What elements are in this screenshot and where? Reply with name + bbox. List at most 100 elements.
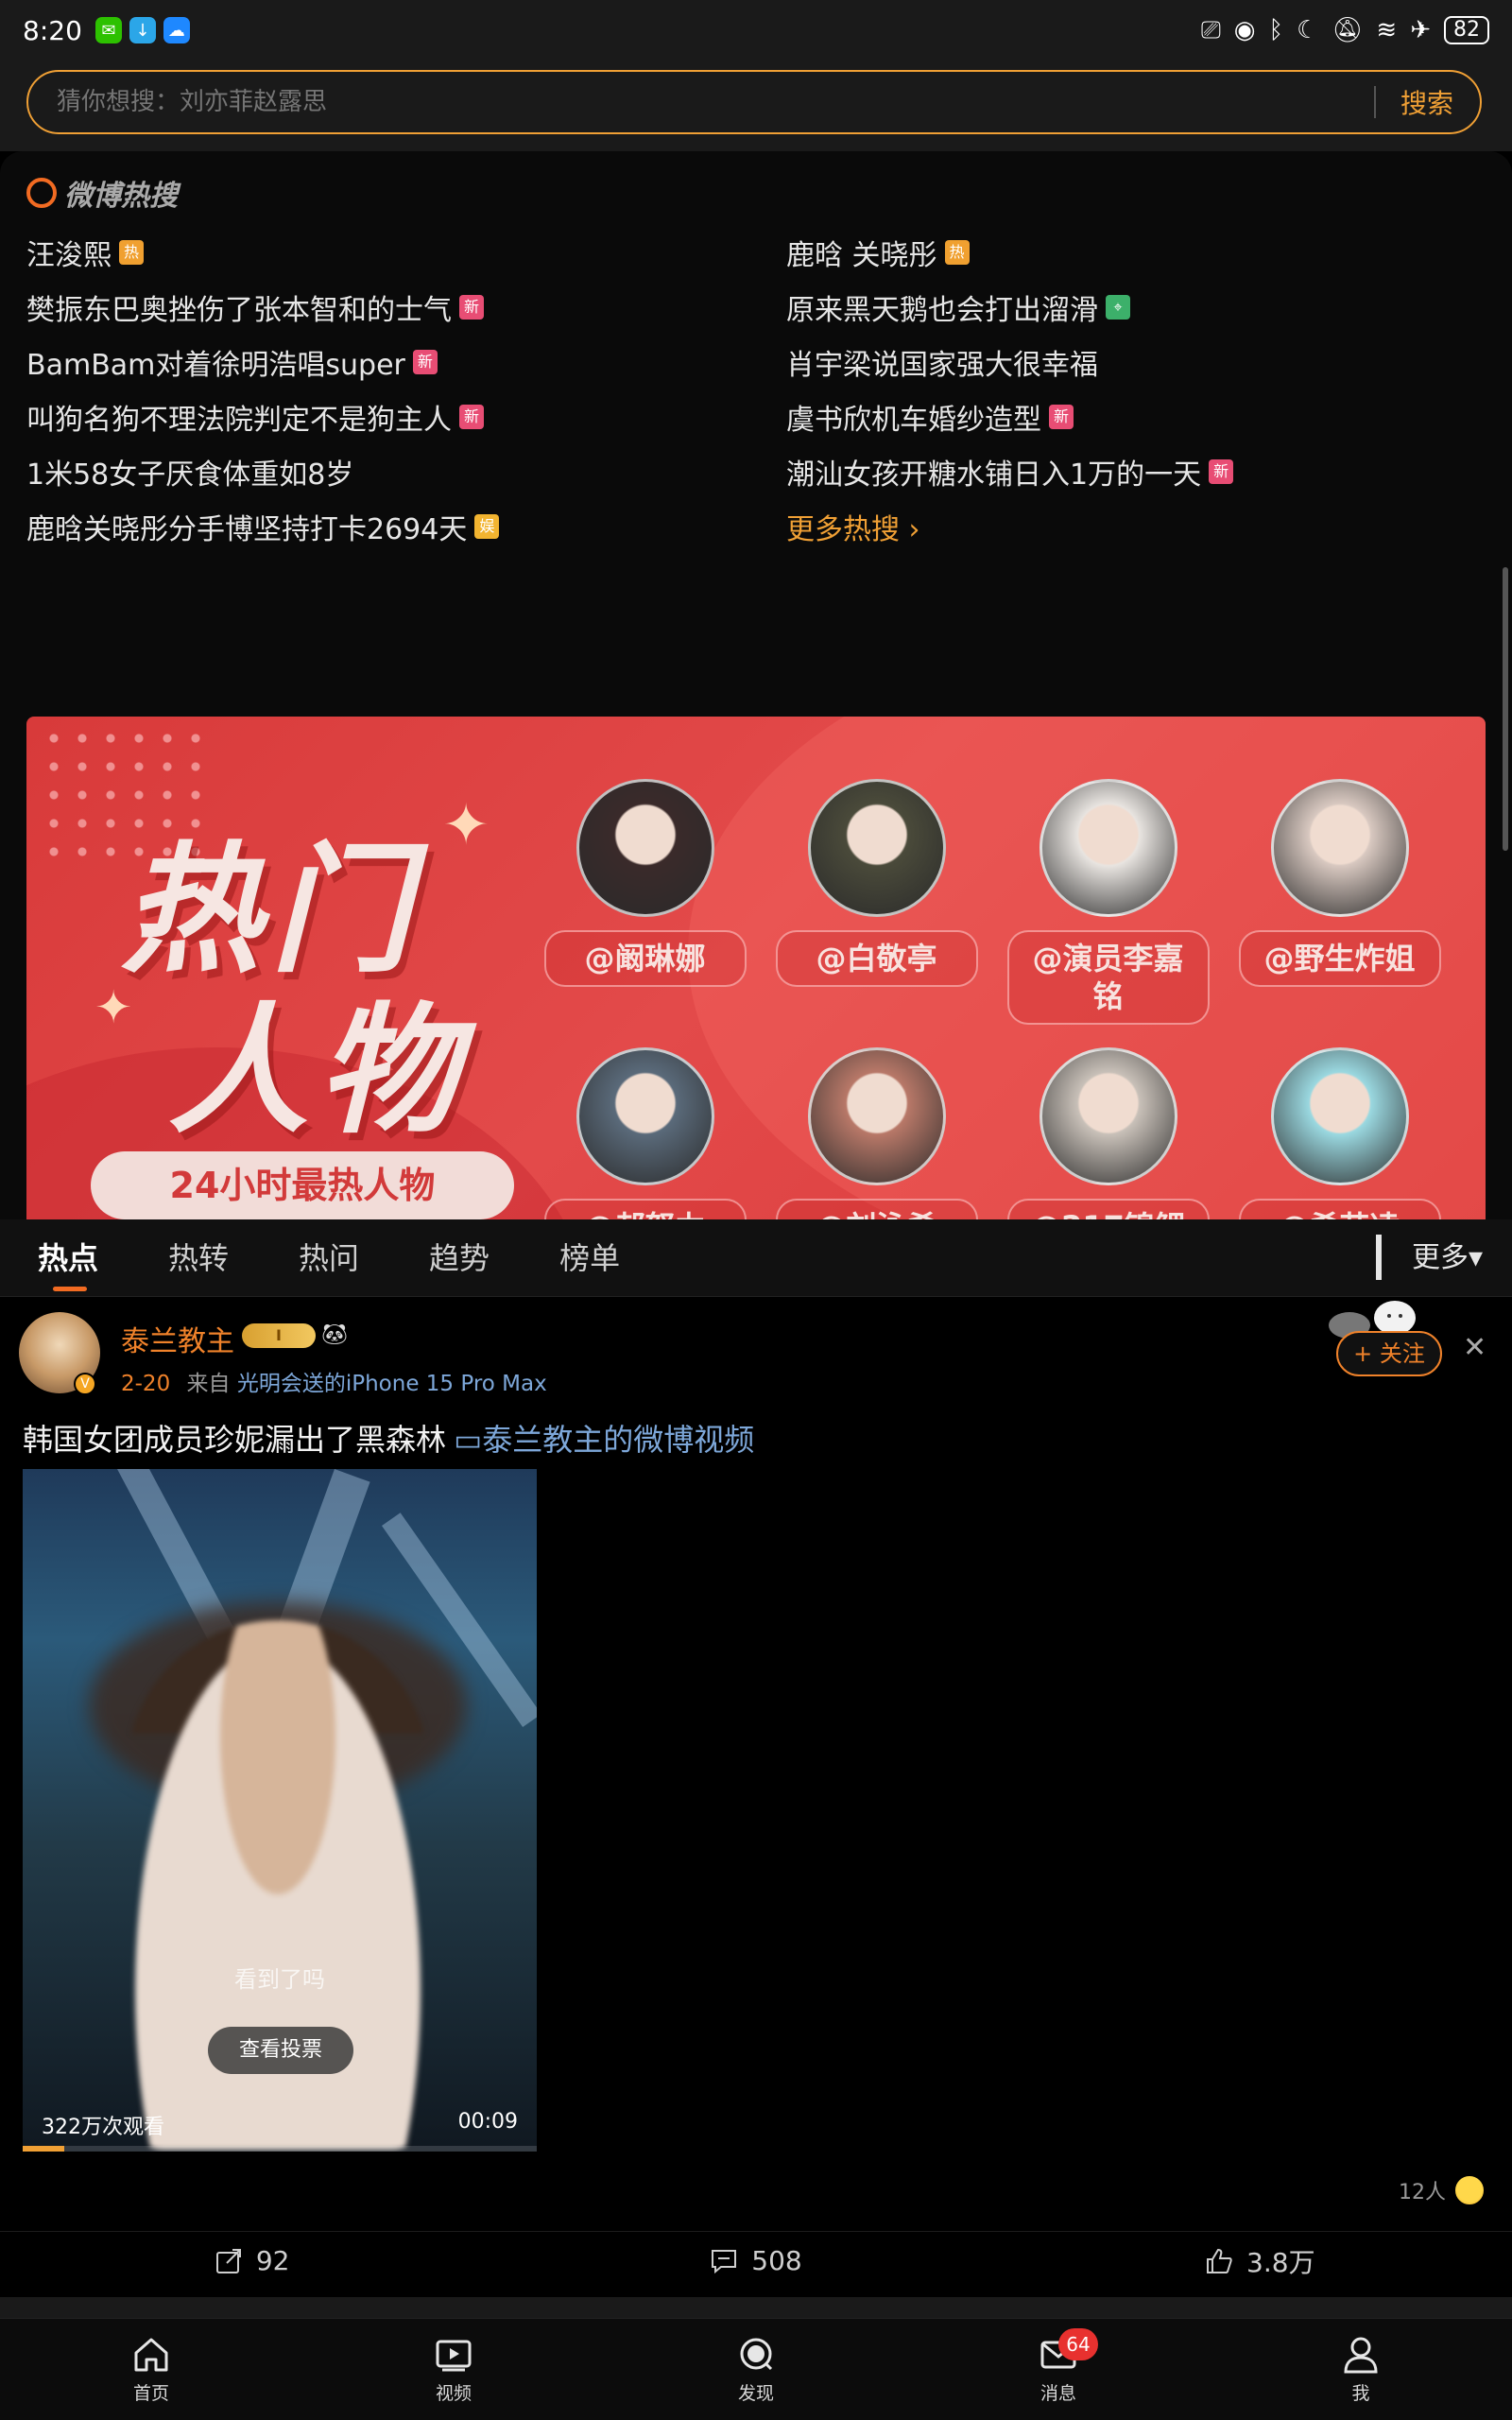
more-hot-search-link[interactable]: 更多热搜 › <box>786 499 1501 554</box>
person-avatar <box>807 779 946 917</box>
banner-title-line: 人物 <box>168 990 467 1152</box>
bluetooth-icon: ᛒ <box>1268 16 1284 44</box>
person-name-tag: @野生炸姐 <box>1238 930 1441 987</box>
laugh-emoji-icon <box>1453 2174 1486 2206</box>
author-badges: I 🐼︎ <box>242 1323 350 1348</box>
nav-video[interactable]: 视频 <box>302 2319 605 2420</box>
hot-search-item[interactable]: 1米58女子厌食体重如8岁 <box>26 444 786 499</box>
feed-divider <box>0 2297 1512 2318</box>
hot-person-card[interactable]: @野生炸姐 <box>1224 779 1455 1025</box>
video-link-label: 泰兰教主的微博视频 <box>482 1422 755 1458</box>
nav-label: 视频 <box>435 2383 472 2404</box>
cloud-icon: ☁ <box>163 17 190 43</box>
hot-search-text: BamBam对着徐明浩唱super <box>26 349 405 382</box>
post-date: 2-20 <box>121 1372 171 1396</box>
nav-label: 首页 <box>132 2383 169 2404</box>
tab-0[interactable]: 热点 <box>38 1219 98 1297</box>
tab-separator <box>1376 1235 1382 1280</box>
source-prefix: 来自 <box>186 1372 231 1396</box>
view-vote-button[interactable]: 查看投票 <box>208 2027 353 2074</box>
reaction-summary[interactable]: 12人 <box>1399 2174 1486 2206</box>
hot-people-grid: @阚琳娜@白敬亭@演员李嘉铭@野生炸姐@郝努力@刘泳希@217锦鲤@希艺凌 <box>529 779 1455 1255</box>
hot-search-item[interactable]: 叫狗名狗不理法院判定不是狗主人新 <box>26 389 786 444</box>
hot-search-badge: 新 <box>1209 459 1234 484</box>
nav-me[interactable]: 我 <box>1210 2319 1512 2420</box>
person-avatar <box>1039 1047 1177 1185</box>
scrollbar[interactable] <box>1503 567 1508 851</box>
hot-search-item[interactable]: 肖宇梁说国家强大很幸福 <box>786 335 1501 389</box>
hot-search-item[interactable]: 鹿晗关晓彤分手博坚持打卡2694天娱 <box>26 499 786 554</box>
repost-button[interactable]: 92 <box>0 2232 504 2290</box>
post-device[interactable]: 光明会送的iPhone 15 Pro Max <box>237 1372 547 1396</box>
hot-person-card[interactable]: @阚琳娜 <box>529 779 761 1025</box>
close-icon[interactable]: ✕ <box>1463 1331 1486 1364</box>
hot-search-text: 1米58女子厌食体重如8岁 <box>26 458 354 492</box>
hot-search-item[interactable]: 汪浚熙热 <box>26 225 786 280</box>
home-icon <box>134 2338 168 2372</box>
tab-4[interactable]: 榜单 <box>559 1219 620 1297</box>
hot-search-item[interactable]: 鹿晗 关晓彤热 <box>786 225 1501 280</box>
video-duration: 00:09 <box>457 2110 518 2134</box>
search-header: 搜索 <box>0 60 1512 151</box>
hot-search-text: 潮汕女孩开糖水铺日入1万的一天 <box>786 458 1202 492</box>
nav-messages[interactable]: 消息 64 <box>907 2319 1210 2420</box>
hot-person-card[interactable]: @白敬亭 <box>761 779 992 1025</box>
person-name-tag: @演员李嘉铭 <box>1006 930 1210 1025</box>
hot-search-text: 鹿晗 关晓彤 <box>786 239 937 272</box>
banner-subtitle: 24小时最热人物 <box>91 1151 514 1219</box>
mute-icon: 🔕︎ <box>1332 16 1364 44</box>
post-meta: 2-20 来自 光明会送的iPhone 15 Pro Max <box>121 1365 547 1397</box>
video-link-icon: ▭ <box>454 1422 483 1458</box>
tab-more-button[interactable]: 更多▾ <box>1412 1219 1483 1297</box>
hot-search-item[interactable]: 潮汕女孩开糖水铺日入1万的一天新 <box>786 444 1501 499</box>
video-icon <box>436 2340 472 2372</box>
hot-search-text: 叫狗名狗不理法院判定不是狗主人 <box>26 404 452 437</box>
video-progress-fill <box>23 2146 64 2152</box>
person-avatar <box>1039 779 1177 917</box>
status-bar: 8:20 ✉ ↓ ☁ ⎚ ◉ ᛒ ☾ 🔕︎ ≋ ✈ 82 <box>0 0 1512 60</box>
person-avatar <box>807 1047 946 1185</box>
person-avatar <box>576 779 714 917</box>
weibo-hot-logo: 微博热搜 <box>26 172 178 214</box>
airplane-icon: ✈ <box>1410 16 1431 44</box>
hot-search-item[interactable]: 原来黑天鹅也会打出溜滑 ⌖ <box>786 280 1501 335</box>
nav-discover[interactable]: 发现 <box>605 2319 907 2420</box>
hot-search-badge: 热 <box>119 240 144 265</box>
tab-1[interactable]: 热转 <box>168 1219 229 1297</box>
status-time: 8:20 <box>23 14 82 46</box>
follow-button[interactable]: + 关注 <box>1336 1331 1442 1376</box>
hot-search-item[interactable]: BamBam对着徐明浩唱super 新 <box>26 335 786 389</box>
hot-search-badge: 新 <box>1049 405 1074 429</box>
nav-label: 我 <box>1351 2383 1370 2404</box>
wifi-icon: ≋ <box>1376 16 1398 44</box>
hot-search-icon <box>26 178 57 208</box>
tab-2[interactable]: 热问 <box>299 1219 359 1297</box>
hot-search-badge: 新 <box>459 295 484 320</box>
cast-icon: ⎚ <box>1200 15 1221 44</box>
hot-search-text: 鹿晗关晓彤分手博坚持打卡2694天 <box>26 513 468 546</box>
tab-3[interactable]: 趋势 <box>429 1219 490 1297</box>
hot-search-logo-text: 微博热搜 <box>64 180 178 213</box>
status-icons: ⎚ ◉ ᛒ ☾ 🔕︎ ≋ ✈ 82 <box>1201 16 1489 45</box>
search-box[interactable]: 搜索 <box>26 70 1482 134</box>
hot-search-text: 虞书欣机车婚纱造型 <box>786 404 1041 437</box>
like-button[interactable]: 3.8万 <box>1008 2232 1512 2290</box>
hot-person-card[interactable]: @演员李嘉铭 <box>992 779 1224 1025</box>
hot-search-item[interactable]: 虞书欣机车婚纱造型新 <box>786 389 1501 444</box>
search-divider <box>1373 86 1376 118</box>
nav-home[interactable]: 首页 <box>0 2319 302 2420</box>
feed-post: V 泰兰教主 I 🐼︎ 2-20 来自 光明会送的iPhone 15 Pro M… <box>0 1297 1512 2290</box>
hot-search-badge: 热 <box>944 240 970 265</box>
comment-button[interactable]: 508 <box>504 2232 1007 2290</box>
video-link[interactable]: ▭泰兰教主的微博视频 <box>454 1422 754 1458</box>
video-thumbnail[interactable]: 看到了吗 查看投票 322万次观看 00:09 <box>23 1469 537 2152</box>
author-name[interactable]: 泰兰教主 <box>121 1318 234 1359</box>
moon-icon: ☾ <box>1297 16 1319 44</box>
search-input[interactable] <box>28 88 1374 116</box>
hot-search-item[interactable]: 樊振东巴奥挫伤了张本智和的士气新 <box>26 280 786 335</box>
repost-count: 92 <box>255 2245 290 2276</box>
nav-label: 发现 <box>737 2383 774 2404</box>
hot-search-text: 樊振东巴奥挫伤了张本智和的士气 <box>26 294 452 327</box>
bottom-nav: 首页 视频 发现 消息 64 我 <box>0 2318 1512 2420</box>
search-button[interactable]: 搜索 <box>1400 83 1453 121</box>
